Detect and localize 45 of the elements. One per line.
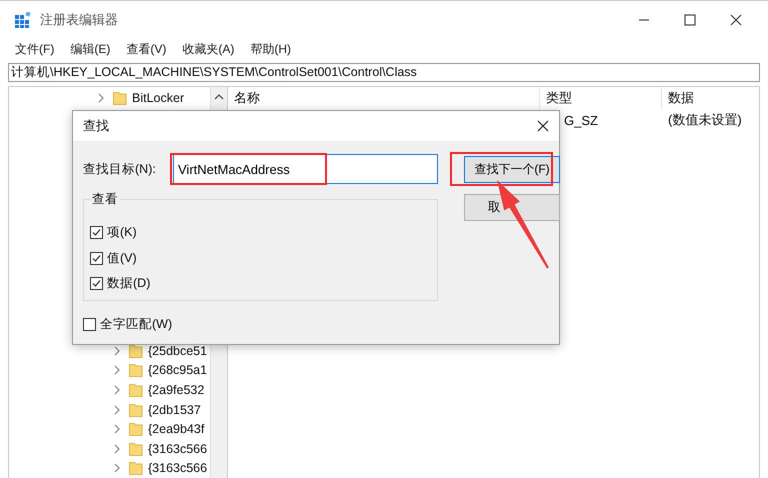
menu-item[interactable]: 编辑(E)	[70, 40, 110, 58]
table-cell-text: G_SZ	[564, 112, 599, 128]
menu-item[interactable]: 文件(F)	[15, 40, 54, 58]
tree-item[interactable]: {2a9fe532	[148, 383, 204, 398]
folder-icon	[113, 90, 127, 105]
checked-checkbox[interactable]	[90, 226, 103, 240]
folder-icon	[129, 383, 143, 398]
tree-item[interactable]: {2db1537	[148, 402, 201, 417]
find-next-button[interactable]: 查找下一个(F)	[464, 156, 560, 183]
close-icon[interactable]	[537, 120, 549, 132]
scroll-up-icon[interactable]	[214, 93, 224, 101]
menu-item[interactable]: 帮助(H)	[250, 40, 291, 58]
checkbox-label[interactable]: 值(V)	[107, 250, 137, 267]
registry-app-icon	[15, 12, 31, 28]
table-cell-text: (数值未设置)	[667, 111, 743, 129]
tree-item[interactable]: {268c95a1	[148, 363, 208, 378]
address-bar[interactable]: 计算机\HKEY_LOCAL_MACHINE\SYSTEM\ControlSet001\Control\Class	[8, 63, 760, 82]
tree-item[interactable]: {2ea9b43f	[148, 422, 204, 436]
checked-checkbox[interactable]	[90, 252, 103, 265]
checkbox-label[interactable]: 全字匹配(W)	[100, 316, 172, 334]
checked-checkbox[interactable]	[90, 277, 103, 290]
tree-item[interactable]: {3163c566	[148, 461, 208, 476]
search-field[interactable]: VirtNetMacAddress	[173, 154, 438, 184]
tree-item[interactable]: BitLocker	[132, 90, 184, 105]
menu-item[interactable]: 收藏夹(A)	[182, 40, 234, 58]
checkbox-label[interactable]: 项(K)	[107, 224, 137, 242]
menu-item[interactable]: 查看(V)	[126, 40, 166, 58]
field-label: 查找目标(N):	[83, 160, 157, 178]
folder-icon	[129, 344, 143, 358]
column-header[interactable]: 名称	[228, 87, 540, 109]
folder-icon	[129, 402, 143, 417]
window-title: 注册表编辑器	[40, 11, 118, 29]
checkbox-label[interactable]: 数据(D)	[107, 275, 150, 292]
tree-item[interactable]: {25dbce51	[148, 344, 208, 358]
dialog-title: 查找	[83, 117, 109, 135]
tree-item[interactable]: {3163c566	[148, 442, 208, 456]
column-header[interactable]: 类型	[540, 87, 662, 109]
column-header[interactable]: 数据	[662, 87, 759, 109]
folder-icon	[129, 442, 143, 456]
folder-icon	[129, 363, 143, 378]
maximize-icon[interactable]	[684, 14, 696, 26]
checkbox[interactable]	[83, 318, 96, 332]
folder-icon	[129, 461, 143, 476]
folder-icon	[129, 422, 143, 436]
close-icon[interactable]	[730, 14, 742, 26]
